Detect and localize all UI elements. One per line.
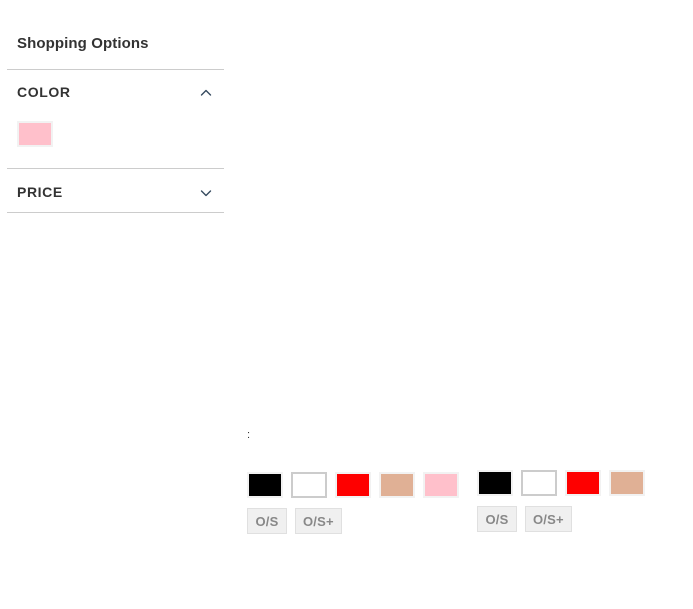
color-swatch-pink[interactable] bbox=[423, 472, 459, 498]
filter-section-price: PRICE bbox=[0, 182, 232, 202]
product-options-left: : O/S O/S+ bbox=[247, 430, 462, 534]
chevron-up-icon[interactable] bbox=[199, 86, 213, 100]
color-swatch-red[interactable] bbox=[565, 470, 601, 496]
filter-label-price: PRICE bbox=[17, 184, 63, 200]
color-swatch-white[interactable] bbox=[291, 472, 327, 498]
chevron-down-icon[interactable] bbox=[199, 186, 213, 200]
filter-section-color: COLOR bbox=[0, 82, 232, 147]
sidebar-divider-bottom bbox=[7, 212, 224, 213]
product-options-right: O/S O/S+ bbox=[477, 470, 677, 532]
product-left-size-swatches: O/S O/S+ bbox=[247, 508, 462, 534]
size-swatch-os[interactable]: O/S bbox=[247, 508, 287, 534]
sidebar-divider-top bbox=[7, 69, 224, 70]
product-left-stray-text: : bbox=[247, 430, 251, 441]
product-left-color-swatches bbox=[247, 472, 462, 498]
shopping-options-sidebar: Shopping Options COLOR PRICE bbox=[0, 0, 232, 609]
color-filter-swatch-pink[interactable] bbox=[17, 121, 53, 147]
size-swatch-os[interactable]: O/S bbox=[477, 506, 517, 532]
product-right-color-swatches bbox=[477, 470, 677, 496]
color-swatch-white[interactable] bbox=[521, 470, 557, 496]
filter-header-price[interactable]: PRICE bbox=[0, 182, 232, 202]
size-swatch-os-plus[interactable]: O/S+ bbox=[295, 508, 342, 534]
color-swatch-black[interactable] bbox=[477, 470, 513, 496]
filter-label-color: COLOR bbox=[17, 84, 71, 100]
color-swatch-red[interactable] bbox=[335, 472, 371, 498]
color-filter-swatch-list bbox=[17, 121, 53, 147]
size-swatch-os-plus[interactable]: O/S+ bbox=[525, 506, 572, 532]
color-swatch-nude[interactable] bbox=[609, 470, 645, 496]
shopping-options-title: Shopping Options bbox=[17, 35, 149, 52]
product-right-size-swatches: O/S O/S+ bbox=[477, 506, 677, 532]
color-swatch-black[interactable] bbox=[247, 472, 283, 498]
filter-header-color[interactable]: COLOR bbox=[0, 82, 232, 102]
color-swatch-nude[interactable] bbox=[379, 472, 415, 498]
sidebar-divider-middle bbox=[7, 168, 224, 169]
